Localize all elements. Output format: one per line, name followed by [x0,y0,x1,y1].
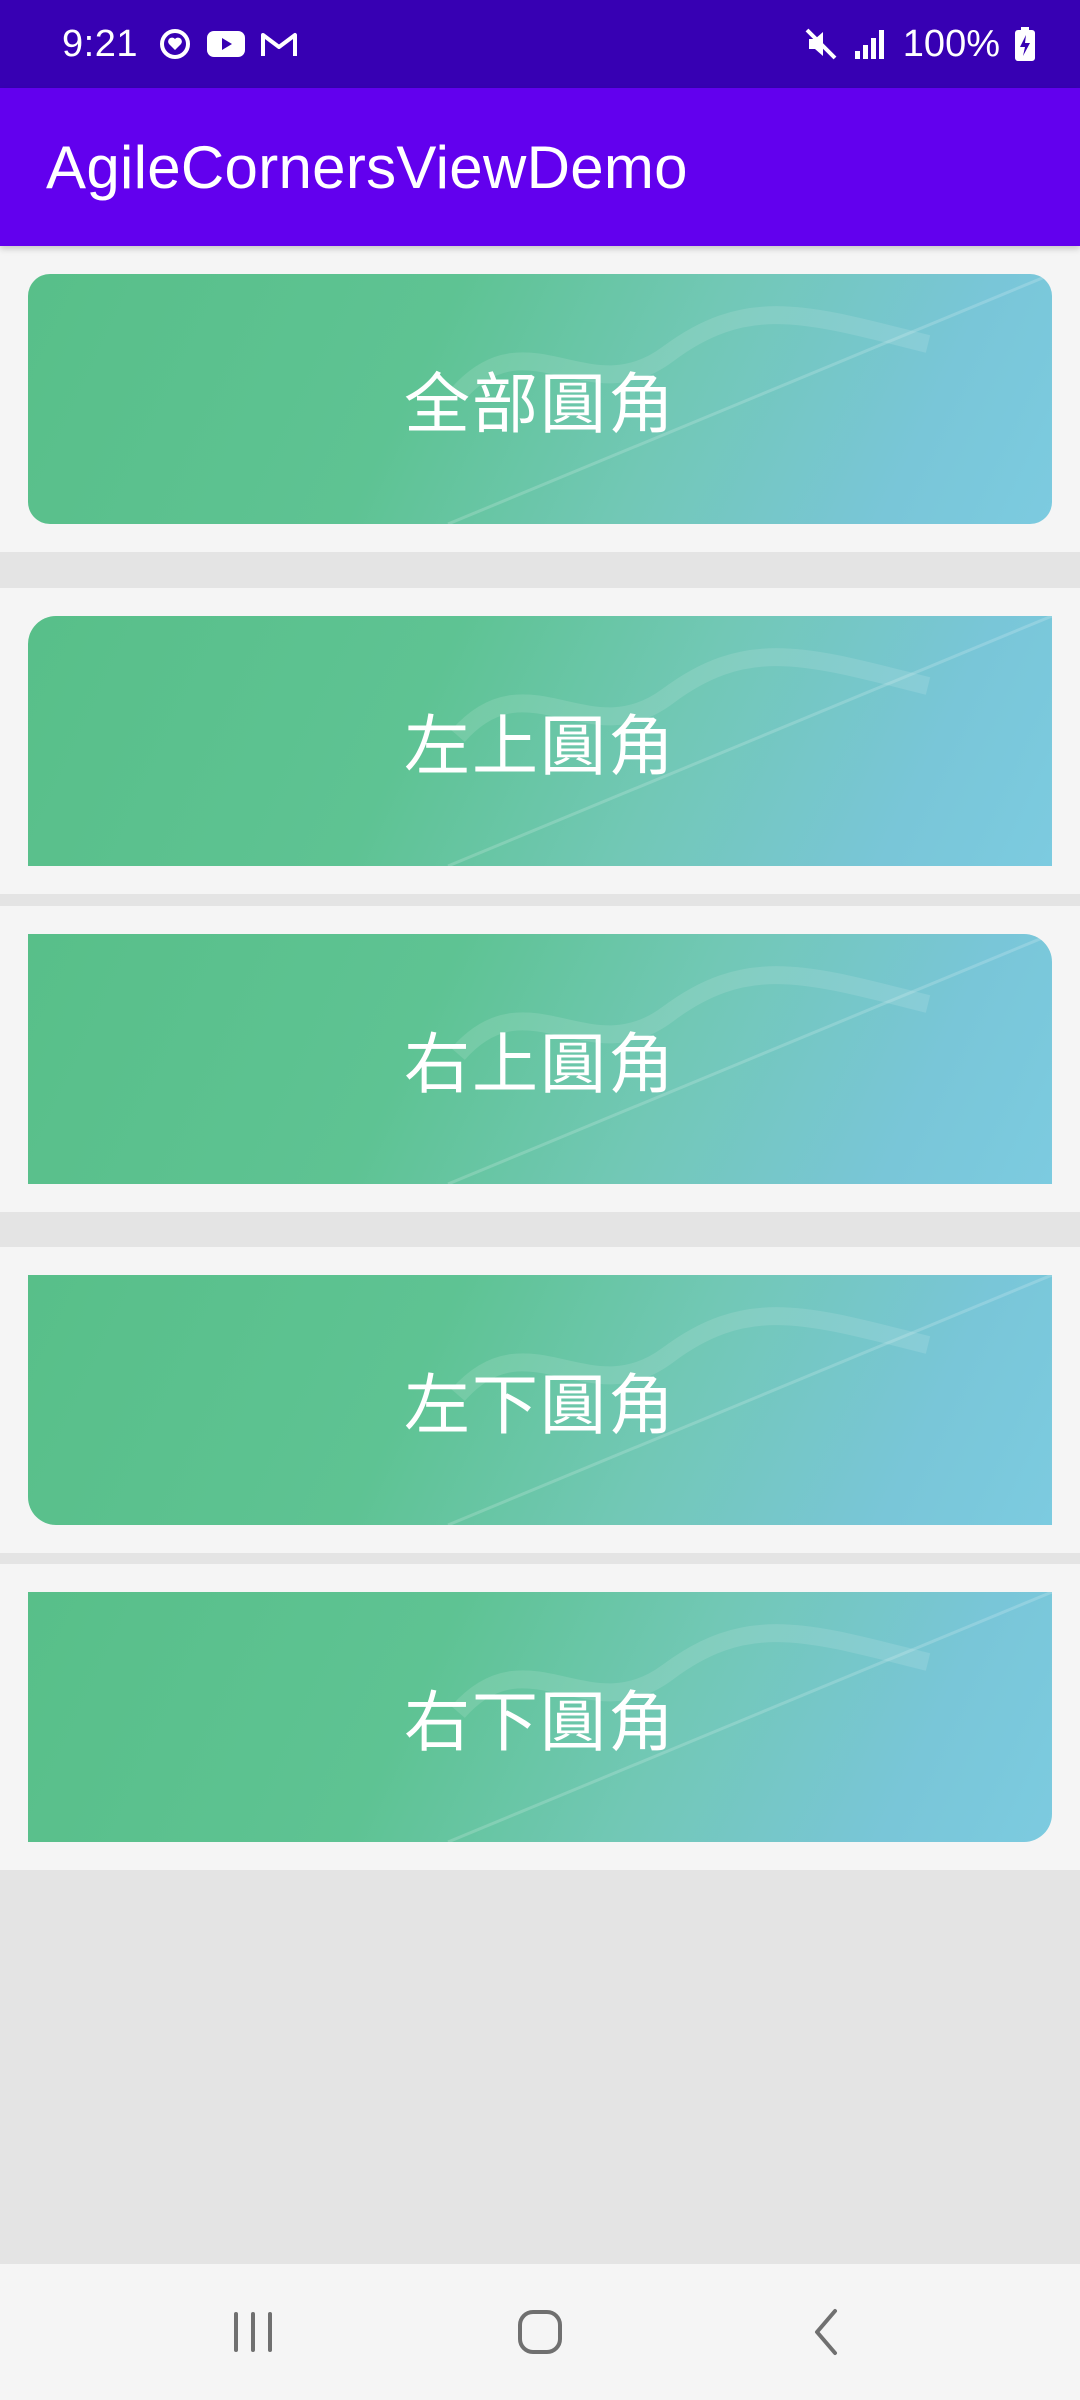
list-item: 全部圓角 [0,246,1080,552]
app-bar: AgileCornersViewDemo [0,88,1080,246]
list-item: 右下圓角 [0,1564,1080,1870]
list-item: 右上圓角 [0,906,1080,1212]
card-top-left-corner[interactable]: 左上圓角 [28,616,1052,866]
card-label: 左上圓角 [404,708,676,785]
youtube-icon [206,29,246,59]
list-item: 左下圓角 [0,1247,1080,1553]
gmail-icon [260,29,298,59]
recent-apps-icon [234,2312,273,2352]
app-title: AgileCornersViewDemo [46,133,688,201]
signal-icon [853,27,889,61]
status-left: 9:21 [62,23,298,66]
status-bar: 9:21 100% [0,0,1080,88]
list-item: 左上圓角 [0,588,1080,894]
recent-apps-button[interactable] [193,2282,313,2382]
card-label: 右上圓角 [404,1026,676,1103]
mute-icon [803,26,839,62]
card-bottom-left-corner[interactable]: 左下圓角 [28,1275,1052,1525]
back-button[interactable] [767,2282,887,2382]
card-all-corners[interactable]: 全部圓角 [28,274,1052,524]
status-time: 9:21 [62,22,138,65]
sync-heart-icon [158,27,192,61]
home-icon [517,2310,562,2354]
battery-percent: 100% [902,22,1000,65]
card-label: 全部圓角 [404,366,676,443]
card-label: 右下圓角 [404,1684,676,1761]
back-icon [814,2309,837,2355]
card-label: 左下圓角 [404,1367,676,1444]
navigation-bar [0,2264,1080,2400]
card-top-right-corner[interactable]: 右上圓角 [28,934,1052,1184]
status-right: 100% [803,23,1036,66]
home-button[interactable] [480,2282,600,2382]
card-bottom-right-corner[interactable]: 右下圓角 [28,1592,1052,1842]
battery-charging-icon [1014,26,1036,62]
